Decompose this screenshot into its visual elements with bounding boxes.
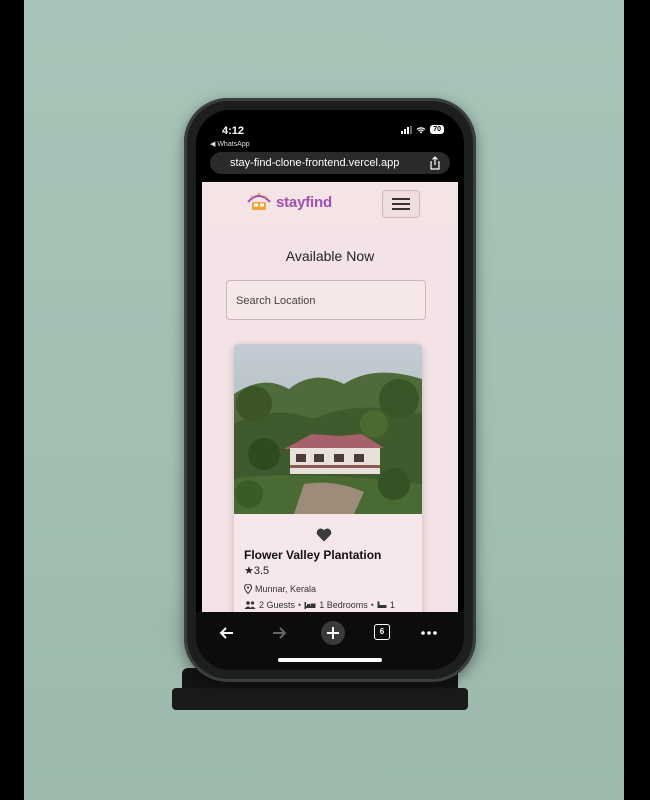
favorite-heart-icon[interactable] [316,528,332,542]
bed-icon [304,602,316,609]
listing-amenities: 2 Guests • 1 Bedrooms • 1 [244,600,395,610]
listing-location: Munnar, Kerala [244,584,316,594]
address-bar[interactable]: stay-find-clone-frontend.vercel.app [210,152,450,174]
status-icons: 70 [401,125,444,134]
web-viewport: stayfind Available Now Search Location F… [202,182,458,612]
bath-icon [377,601,387,608]
wifi-icon [416,126,426,133]
listing-card[interactable]: Flower Valley Plantation ★3.5 Munnar, Ke… [234,344,422,612]
separator-dot: • [298,600,302,610]
screen: 4:12 ◀ WhatsApp 70 stay-find-clone-front… [196,110,464,670]
logo-text: stayfind [276,193,332,211]
signal-icon [401,125,413,134]
browser-toolbar: 6 [196,612,464,670]
home-indicator [278,658,382,662]
listing-photo[interactable] [234,344,422,514]
map-pin-icon [244,584,252,594]
beds-text: 1 [389,600,395,610]
back-arrow-icon[interactable] [216,622,238,644]
battery-icon: 70 [430,125,444,134]
url-text: stay-find-clone-frontend.vercel.app [230,157,400,169]
tabs-count-button[interactable]: 6 [374,624,390,640]
phone-stand-base [172,688,468,710]
listing-rating: ★3.5 [244,565,270,577]
listing-name[interactable]: Flower Valley Plantation [244,548,381,562]
back-to-app-link[interactable]: ◀ WhatsApp [210,140,250,148]
logo-icon [247,192,271,210]
page-title: Available Now [285,248,375,264]
forward-arrow-icon[interactable] [268,622,290,644]
site-header: stayfind [202,182,458,226]
location-text: Munnar, Kerala [255,584,317,594]
status-time: 4:12 [222,125,245,137]
share-icon[interactable] [428,156,442,170]
guests-icon [244,601,256,609]
new-tab-plus-icon[interactable] [320,620,346,646]
search-location-input[interactable]: Search Location [226,280,426,320]
hamburger-menu-button[interactable] [382,190,420,218]
more-options-icon[interactable] [418,622,440,644]
phone: 4:12 ◀ WhatsApp 70 stay-find-clone-front… [184,98,476,682]
bedrooms-text: 1 Bedrooms [319,600,368,610]
guests-text: 2 Guests [259,600,296,610]
site-logo[interactable]: stayfind [246,192,332,212]
notch [270,110,390,134]
separator-dot: • [370,600,374,610]
